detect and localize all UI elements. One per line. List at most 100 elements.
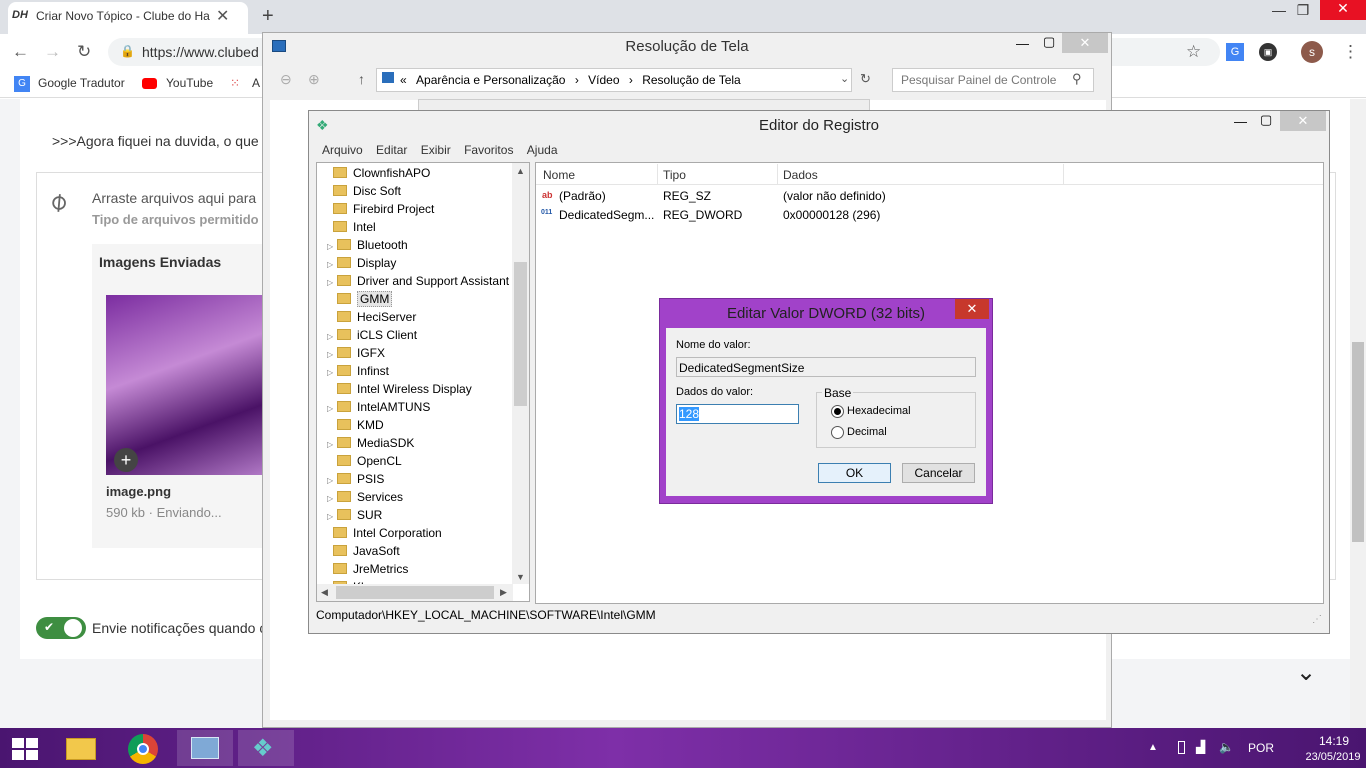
menu-favoritos[interactable]: Favoritos <box>464 143 513 157</box>
regedit-maximize-icon[interactable]: ▢ <box>1260 112 1272 128</box>
tree-node-label[interactable]: ClownfishAPO <box>353 166 430 180</box>
menu-icon[interactable]: ⋮ <box>1342 42 1359 62</box>
tree-scroll-left-icon[interactable]: ◀ <box>321 587 328 598</box>
tree-node-label[interactable]: PSIS <box>357 472 384 486</box>
tree-node[interactable]: ▷ SUR <box>317 506 513 524</box>
tree-node-label[interactable]: HeciServer <box>357 310 416 324</box>
tree-node[interactable]: Intel Wireless Display <box>317 380 513 398</box>
tree-node-label[interactable]: IGFX <box>357 346 385 360</box>
tree-node[interactable]: Disc Soft <box>317 182 513 200</box>
tree-node-label[interactable]: Driver and Support Assistant <box>357 274 509 288</box>
clock-date[interactable]: 23/05/2019 <box>1300 751 1366 763</box>
network-icon[interactable]: ▟ <box>1196 740 1205 754</box>
tree-node[interactable]: Firebird Project <box>317 200 513 218</box>
tree-node[interactable]: GMM <box>317 290 513 308</box>
tree-node-label[interactable]: Intel <box>353 220 376 234</box>
tree-node-label[interactable]: SUR <box>357 508 382 522</box>
tree-node[interactable]: HeciServer <box>317 308 513 326</box>
tree-node[interactable]: ▷ iCLS Client <box>317 326 513 344</box>
bookmark-youtube[interactable]: YouTube <box>166 76 213 90</box>
reload-icon[interactable]: ↻ <box>77 42 91 62</box>
new-tab-icon[interactable]: + <box>262 5 274 28</box>
tree-node-label[interactable]: iCLS Client <box>357 328 417 342</box>
tree-node[interactable]: Intel Corporation <box>317 524 513 542</box>
tree-node[interactable]: ▷ MediaSDK <box>317 434 513 452</box>
tree-node-label[interactable]: JavaSoft <box>353 544 400 558</box>
menu-ajuda[interactable]: Ajuda <box>527 143 558 157</box>
bookmark-google-tradutor[interactable]: Google Tradutor <box>38 76 125 90</box>
tree-node-label[interactable]: Intel Wireless Display <box>357 382 472 396</box>
tray-expand-icon[interactable]: ▲ <box>1148 742 1158 753</box>
translate-extension-icon[interactable]: G <box>1226 43 1244 61</box>
tree-node[interactable]: ▷ Display <box>317 254 513 272</box>
col-data[interactable]: Dados <box>783 168 818 182</box>
forward-icon[interactable]: → <box>44 42 61 62</box>
regedit-close-icon[interactable]: ✕ <box>1280 111 1326 131</box>
tree-node-label[interactable]: KMD <box>357 418 384 432</box>
tree-node-label[interactable]: Services <box>357 490 403 504</box>
tree-node[interactable]: Intel <box>317 218 513 236</box>
page-scrollbar-thumb[interactable] <box>1352 342 1364 542</box>
tab-close-icon[interactable]: ✕ <box>216 6 229 26</box>
battery-icon[interactable] <box>1178 741 1185 754</box>
tree-node[interactable]: ▷ IGFX <box>317 344 513 362</box>
tree-node-label[interactable]: Infinst <box>357 364 389 378</box>
menu-arquivo[interactable]: Arquivo <box>322 143 363 157</box>
resize-grip-icon[interactable]: ⋰ <box>1312 614 1322 625</box>
value-name[interactable]: DedicatedSegm... <box>559 208 654 222</box>
display-maximize-icon[interactable]: ▢ <box>1043 34 1055 50</box>
clock-time[interactable]: 14:19 <box>1312 734 1356 748</box>
registry-tree[interactable]: ClownfishAPO Disc Soft Firebird Project Int… <box>316 162 530 602</box>
breadcrumb-video[interactable]: Vídeo <box>588 73 619 87</box>
volume-icon[interactable]: 🔈 <box>1219 740 1234 754</box>
col-name[interactable]: Nome <box>543 168 575 182</box>
display-up-icon[interactable]: ↑ <box>358 71 365 87</box>
chevron-down-icon[interactable]: ⌄ <box>1296 658 1316 687</box>
tree-node-label[interactable]: Display <box>357 256 396 270</box>
display-minimize-icon[interactable]: — <box>1016 36 1029 51</box>
tree-node-label[interactable]: JreMetrics <box>353 562 408 576</box>
back-icon[interactable]: ← <box>12 42 29 62</box>
profile-avatar[interactable]: s <box>1301 41 1323 63</box>
value-data-input[interactable]: 128 <box>676 404 799 424</box>
radio-dec-label[interactable]: Decimal <box>847 426 887 438</box>
url-text[interactable]: https://www.clubed <box>142 44 259 60</box>
menu-exibir[interactable]: Exibir <box>421 143 451 157</box>
breadcrumb-overflow[interactable]: « <box>400 73 407 87</box>
display-forward-icon[interactable]: ⊕ <box>308 71 320 88</box>
language-indicator[interactable]: POR <box>1248 741 1274 755</box>
cancel-button[interactable]: Cancelar <box>902 463 975 483</box>
tree-node-label[interactable]: MediaSDK <box>357 436 414 450</box>
tree-node[interactable]: ▷ IntelAMTUNS <box>317 398 513 416</box>
col-type[interactable]: Tipo <box>663 168 686 182</box>
tree-node-label[interactable]: IntelAMTUNS <box>357 400 430 414</box>
extension-icon[interactable]: ▣ <box>1259 43 1277 61</box>
star-icon[interactable]: ☆ <box>1186 42 1201 62</box>
tab-title[interactable]: Criar Novo Tópico - Clube do Ha <box>36 9 212 23</box>
radio-hex-label[interactable]: Hexadecimal <box>847 405 911 417</box>
tree-node-label[interactable]: Bluetooth <box>357 238 408 252</box>
ok-button[interactable]: OK <box>818 463 891 483</box>
tree-hscroll-thumb[interactable] <box>336 586 494 599</box>
refresh-icon[interactable]: ↻ <box>860 71 871 87</box>
insert-image-icon[interactable]: + <box>114 448 138 472</box>
windows-start-icon[interactable] <box>12 738 38 760</box>
tree-node[interactable]: JavaSoft <box>317 542 513 560</box>
tree-node[interactable]: ▷ Driver and Support Assistant <box>317 272 513 290</box>
tree-scroll-right-icon[interactable]: ▶ <box>500 587 507 598</box>
tree-node[interactable]: OpenCL <box>317 452 513 470</box>
bookmark-apps[interactable]: A <box>252 76 260 90</box>
address-dropdown-icon[interactable]: ⌄ <box>840 72 849 85</box>
breadcrumb-appearance[interactable]: Aparência e Personalização <box>416 73 565 87</box>
tree-node[interactable]: ▷ Services <box>317 488 513 506</box>
value-name[interactable]: (Padrão) <box>559 189 606 203</box>
breadcrumb-resolution[interactable]: Resolução de Tela <box>642 73 741 87</box>
tree-node[interactable]: KMD <box>317 416 513 434</box>
display-back-icon[interactable]: ⊖ <box>280 71 292 88</box>
tree-node[interactable]: JreMetrics <box>317 560 513 578</box>
tree-scroll-up-icon[interactable]: ▲ <box>516 166 525 176</box>
tree-node[interactable]: ▷ Infinst <box>317 362 513 380</box>
tree-vscroll-thumb[interactable] <box>514 262 527 406</box>
tree-node[interactable]: ▷ Bluetooth <box>317 236 513 254</box>
tree-node[interactable]: ClownfishAPO <box>317 164 513 182</box>
